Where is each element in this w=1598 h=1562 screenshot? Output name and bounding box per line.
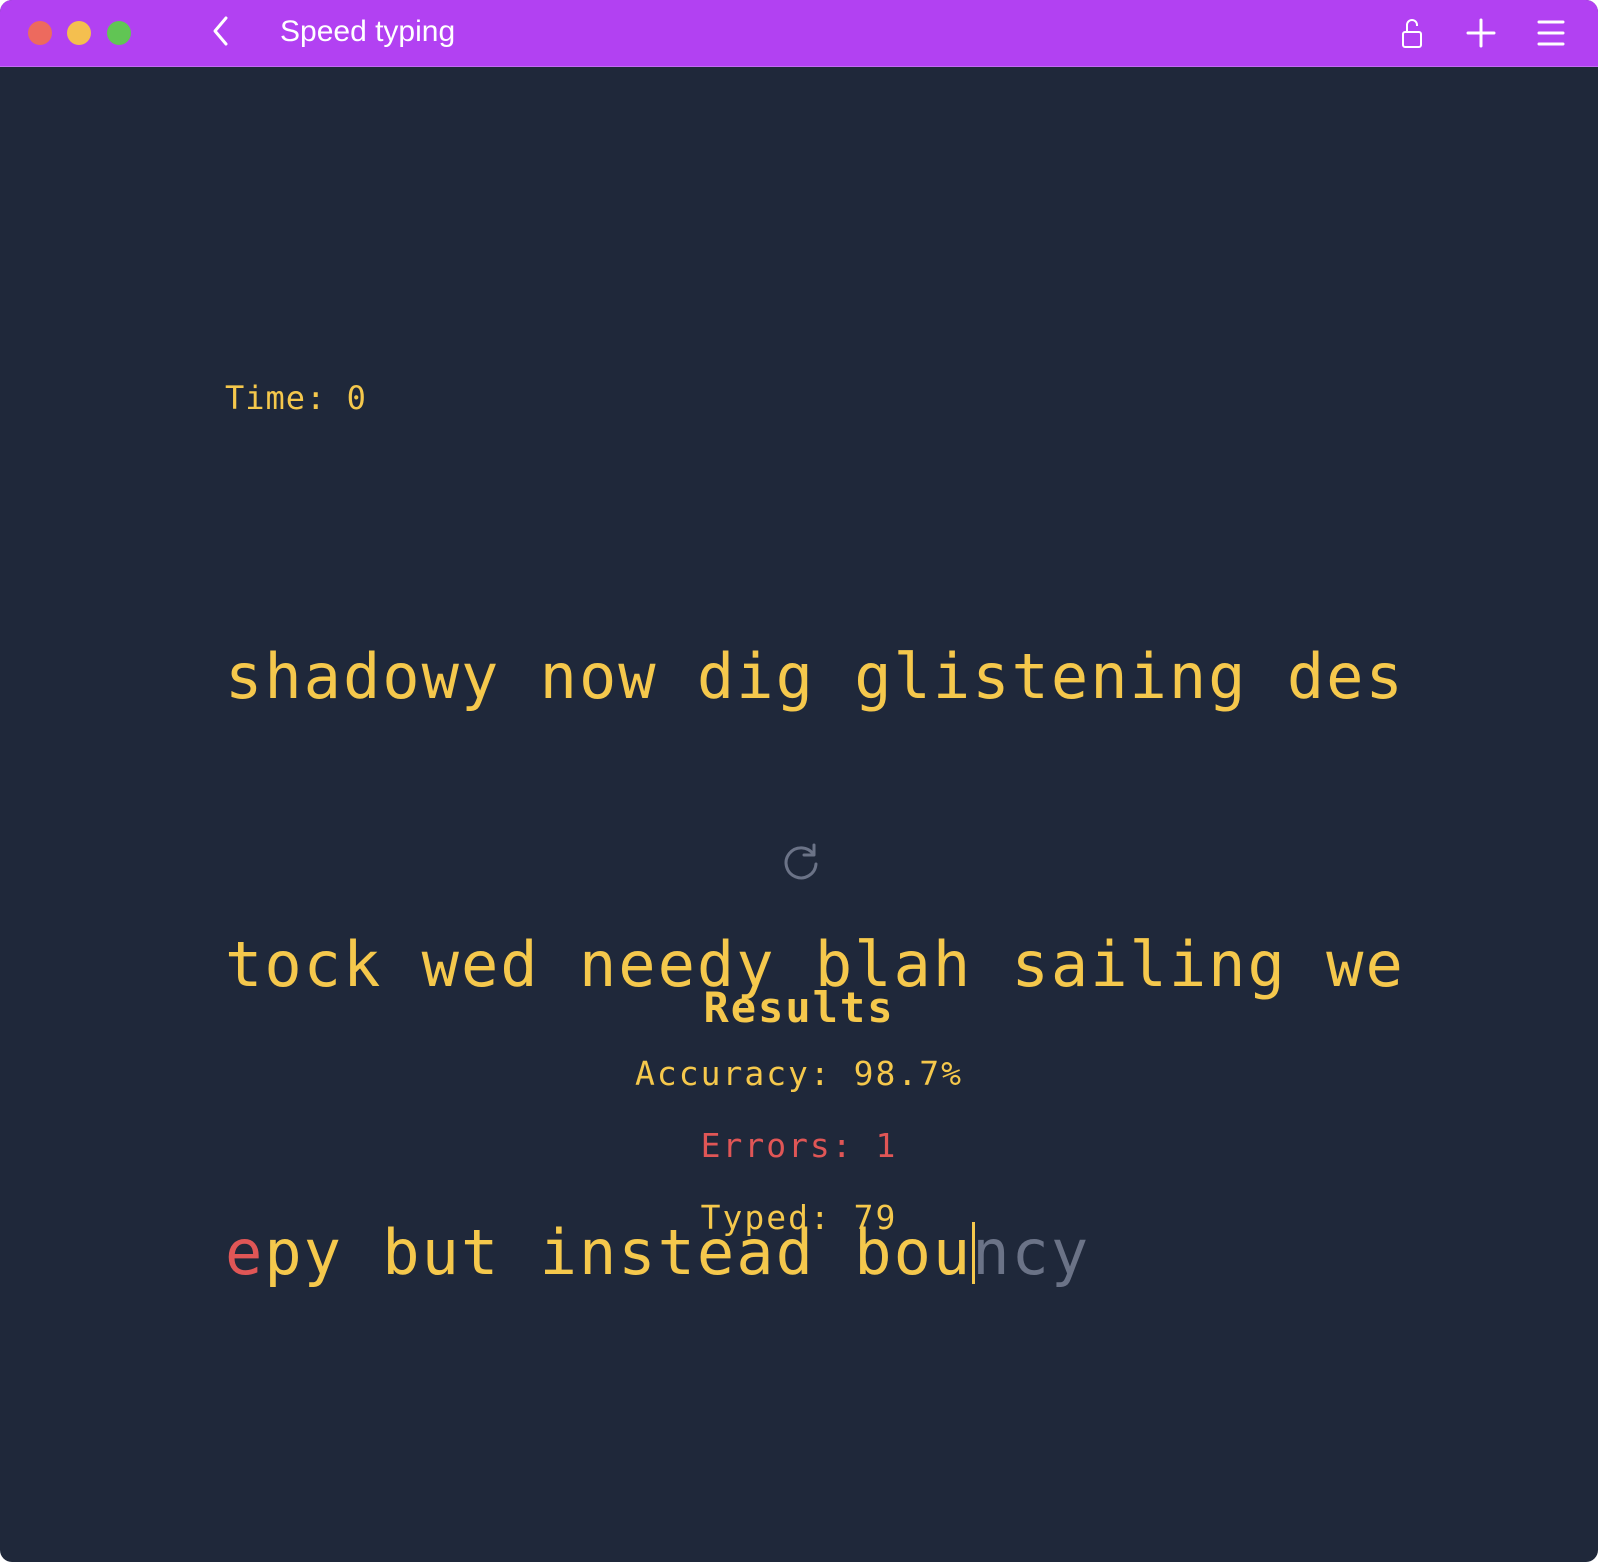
plus-icon [1466,18,1496,48]
close-window-button[interactable] [28,21,52,45]
results-title: Results [703,983,895,1032]
window-title: Speed typing [280,15,456,48]
add-button[interactable] [1460,12,1502,54]
minimize-window-button[interactable] [67,21,91,45]
typing-area: Time: 0 shadowy now dig glistening des t… [0,67,1598,1562]
restart-button[interactable] [778,839,824,885]
accuracy-stat: Accuracy: 98.7% [634,1054,963,1093]
refresh-icon [784,843,818,880]
typed-stat: Typed: 79 [700,1198,898,1237]
title-bar: Speed typing [0,0,1598,67]
lock-button[interactable] [1392,12,1434,54]
maximize-window-button[interactable] [107,21,131,45]
passage-line-1: shadowy now dig glistening des [225,640,1405,713]
menu-button[interactable] [1531,12,1573,54]
hamburger-menu-icon [1537,20,1565,46]
errors-stat: Errors: 1 [700,1126,898,1165]
app-window: Speed typing Time: 0 shadowy now dig gli… [0,0,1598,1562]
timer: Time: 0 [225,379,367,417]
unlock-icon [1402,19,1422,48]
typing-passage[interactable]: shadowy now dig glistening des tock wed … [225,437,1425,1493]
chevron-left-icon [213,16,228,46]
back-button[interactable] [202,12,242,52]
results-panel: Results Accuracy: 98.7% Errors: 1 Typed:… [0,982,1598,1270]
